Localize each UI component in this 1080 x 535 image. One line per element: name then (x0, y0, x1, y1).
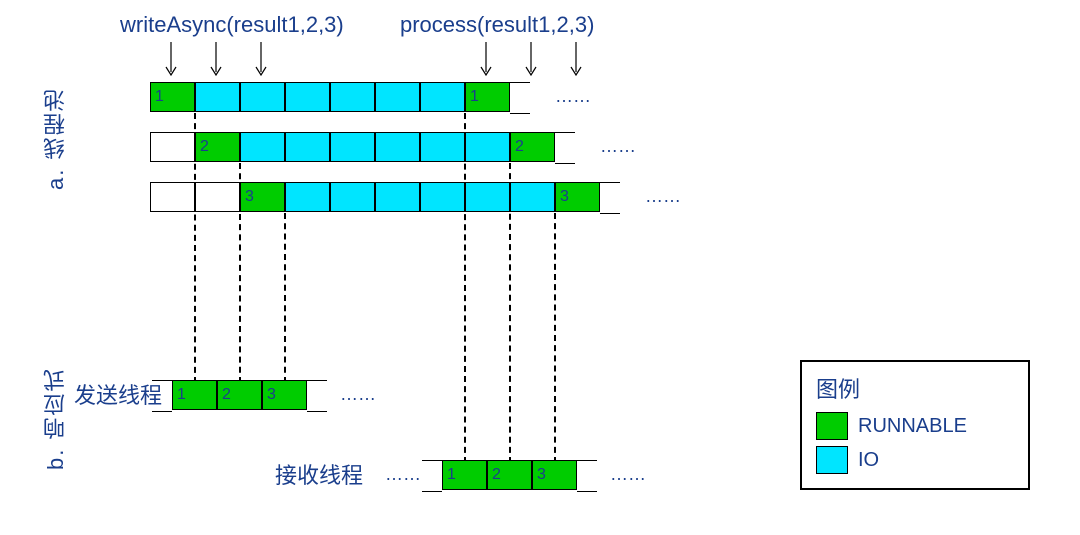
threadpool-row-1: 11 (150, 82, 510, 112)
guide-line (554, 213, 556, 463)
send-thread-row: 123 (172, 380, 307, 410)
timeline-cell (330, 183, 375, 211)
timeline-cell: 1 (465, 83, 510, 111)
timeline-cell (240, 133, 285, 161)
guide-line (464, 113, 466, 463)
timeline-cell: 2 (195, 133, 240, 161)
timeline-cell: 3 (555, 183, 600, 211)
timeline-cell (465, 183, 510, 211)
timeline-cell (330, 83, 375, 111)
section-a-label: a. 线程池 (40, 70, 72, 190)
threadpool-row-2: 22 (150, 132, 555, 162)
timeline-cell (375, 83, 420, 111)
timeline-cell (195, 83, 240, 111)
timeline-cell (420, 133, 465, 161)
legend-swatch-io (816, 446, 848, 474)
diagram-canvas: a. 线程池 b. 响应式 writeAsync(result1,2,3) pr… (0, 0, 1080, 535)
legend-swatch-runnable (816, 412, 848, 440)
legend-label: IO (858, 449, 879, 472)
timeline-cell (465, 133, 510, 161)
guide-line (194, 113, 196, 383)
guide-line (284, 213, 286, 383)
timeline-cell: 1 (150, 83, 195, 111)
timeline-cell: 2 (487, 461, 532, 489)
legend-item-io: IO (816, 446, 1014, 474)
timeline-cell (195, 183, 240, 211)
timeline-cell (285, 83, 330, 111)
timeline-cell (375, 183, 420, 211)
ellipsis: …… (600, 136, 636, 157)
timeline-cell (240, 83, 285, 111)
ellipsis: …… (385, 464, 421, 485)
legend: 图例 RUNNABLE IO (800, 360, 1030, 490)
ellipsis: …… (340, 384, 376, 405)
label-process: process(result1,2,3) (400, 12, 594, 38)
timeline-cell: 2 (217, 381, 262, 409)
timeline-cell: 3 (262, 381, 307, 409)
timeline-cell (420, 83, 465, 111)
timeline-cell (510, 183, 555, 211)
timeline-cell: 3 (532, 461, 577, 489)
timeline-cell (150, 183, 195, 211)
timeline-cell (375, 133, 420, 161)
label-writeasync: writeAsync(result1,2,3) (120, 12, 344, 38)
timeline-cell (330, 133, 375, 161)
timeline-cell: 1 (172, 381, 217, 409)
guide-line (509, 163, 511, 463)
ellipsis: …… (610, 464, 646, 485)
timeline-cell (285, 133, 330, 161)
threadpool-row-3: 33 (150, 182, 600, 212)
timeline-cell: 2 (510, 133, 555, 161)
recv-thread-label: 接收线程 (275, 458, 363, 490)
send-thread-label: 发送线程 (74, 378, 162, 410)
recv-thread-row: 123 (442, 460, 577, 490)
legend-label: RUNNABLE (858, 415, 967, 438)
timeline-cell (150, 133, 195, 161)
timeline-cell: 1 (442, 461, 487, 489)
timeline-cell (285, 183, 330, 211)
legend-title: 图例 (816, 372, 1014, 404)
ellipsis: …… (555, 86, 591, 107)
timeline-cell: 3 (240, 183, 285, 211)
legend-item-runnable: RUNNABLE (816, 412, 1014, 440)
timeline-cell (420, 183, 465, 211)
guide-line (239, 163, 241, 383)
ellipsis: …… (645, 186, 681, 207)
section-b-label: b. 响应式 (40, 350, 72, 470)
